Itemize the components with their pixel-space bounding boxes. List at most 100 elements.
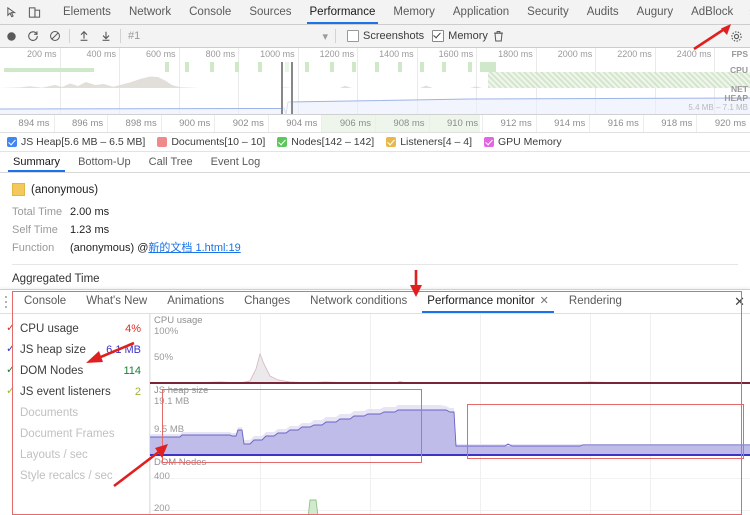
detail-ruler: 894 ms 896 ms 898 ms 900 ms 902 ms 904 ms 906 … [0, 115, 750, 133]
metric-value: 114 [123, 364, 141, 377]
cpu-idle-hatch [488, 72, 750, 88]
metric-check-icon: ✓ [6, 364, 16, 376]
drawer-close-icon[interactable]: ✕ [734, 294, 745, 310]
cpu-lane-label: CPU [730, 65, 748, 75]
drawer-tab-console[interactable]: Console [14, 290, 76, 313]
overview-selection-window[interactable] [281, 62, 293, 114]
clear-button[interactable] [44, 25, 66, 47]
cpu-axis-50: 50% [154, 352, 174, 363]
total-time-value: 2.00 ms [70, 206, 110, 218]
counter-item[interactable]: GPU Memory [484, 136, 562, 148]
tab-call-tree[interactable]: Call Tree [140, 152, 202, 172]
panel-tabs: Elements Network Console Sources Perform… [54, 0, 750, 24]
fps-bar [258, 62, 262, 72]
counter-label: GPU Memory [498, 136, 562, 148]
counter-swatch-icon [157, 137, 168, 147]
overview-ruler: 200 ms 400 ms 600 ms 800 ms 1000 ms 1200 ms 14… [0, 48, 750, 114]
tab-sources[interactable]: Sources [240, 0, 300, 24]
summary-row-function: Function (anonymous) @ 新的文档 1.html:19 [12, 241, 738, 255]
trash-icon[interactable] [488, 25, 510, 47]
record-button[interactable] [0, 25, 22, 47]
inspect-icon[interactable] [4, 4, 20, 20]
drawer-tab-what-s-new[interactable]: What's New [76, 290, 157, 313]
fps-bar [352, 62, 356, 72]
metric-label: Documents [20, 406, 79, 419]
tab-event-log[interactable]: Event Log [202, 152, 270, 172]
self-time-label: Self Time [12, 224, 58, 236]
tab-bottom-up[interactable]: Bottom-Up [69, 152, 140, 172]
drawer-tab-label: Performance monitor [427, 295, 535, 307]
fps-bar [185, 62, 189, 72]
drawer-resize-handle[interactable] [2, 296, 10, 308]
metric-value: 2 [134, 385, 141, 398]
counter-label: Nodes[142 – 142] [291, 136, 375, 148]
reload-and-record-button[interactable] [22, 25, 44, 47]
fps-bar [398, 62, 402, 72]
drawer-tab-label: Changes [244, 295, 291, 307]
fps-bar [330, 62, 334, 72]
device-toolbar-icon[interactable] [26, 4, 42, 20]
counter-item[interactable]: Documents[10 – 10] [157, 136, 265, 148]
drawer-tab-rendering[interactable]: Rendering [559, 290, 632, 313]
metric-item-style-recalcs-sec[interactable]: Style recalcs / sec [0, 465, 149, 486]
overview-tick-label: 2400 ms [676, 49, 712, 59]
gear-icon[interactable] [726, 26, 746, 46]
memory-checkbox[interactable]: Memory [432, 30, 488, 42]
save-profile-button[interactable] [95, 25, 117, 47]
tab-adblock[interactable]: AdBlock [682, 0, 742, 24]
counter-item[interactable]: JS Heap[5.6 MB – 6.5 MB] [7, 136, 145, 148]
screenshots-checkbox[interactable]: Screenshots [347, 30, 424, 42]
metric-item-layouts-sec[interactable]: Layouts / sec [0, 444, 149, 465]
tab-augury[interactable]: Augury [628, 0, 682, 24]
summary-panel: (anonymous) Total Time 2.00 ms Self Time… [0, 173, 750, 285]
source-link[interactable]: 新的文档 1.html:19 [148, 241, 240, 255]
tab-console[interactable]: Console [180, 0, 240, 24]
tab-summary[interactable]: Summary [4, 152, 69, 172]
metric-label: Document Frames [20, 427, 115, 440]
counter-swatch-icon [7, 137, 17, 147]
tab-elements[interactable]: Elements [54, 0, 120, 24]
tab-network[interactable]: Network [120, 0, 180, 24]
drawer-panel: Console What's New Animations Changes Networ… [0, 289, 750, 515]
metric-item-document-frames[interactable]: Document Frames [0, 423, 149, 444]
metric-label: DOM Nodes [20, 364, 84, 377]
tab-application[interactable]: Application [444, 0, 518, 24]
fps-bar [210, 62, 214, 72]
summary-row-total-time: Total Time 2.00 ms [12, 205, 738, 219]
metric-item-documents[interactable]: Documents [0, 402, 149, 423]
counter-item[interactable]: Listeners[4 – 4] [386, 136, 472, 148]
drawer-tab-close-icon[interactable]: ✕ [540, 290, 549, 313]
metric-item-cpu-usage[interactable]: ✓ CPU usage 4% [0, 318, 149, 339]
drawer-tab-performance-monitor[interactable]: Performance monitor ✕ [417, 290, 559, 313]
metric-check-icon: ✓ [6, 343, 16, 355]
fps-bar [375, 62, 379, 72]
drawer-tab-changes[interactable]: Changes [234, 290, 300, 313]
metric-item-dom-nodes[interactable]: ✓ DOM Nodes 114 [0, 360, 149, 381]
dom-axis-400: 400 [154, 471, 170, 482]
drawer-tab-network-conditions[interactable]: Network conditions [300, 290, 417, 313]
self-time-value: 1.23 ms [70, 224, 110, 236]
load-profile-button[interactable] [73, 25, 95, 47]
counter-label: Documents[10 – 10] [171, 136, 266, 148]
chart-cpu-usage: CPU usage 100% 50% [150, 314, 750, 384]
fps-bar [442, 62, 446, 72]
counter-item[interactable]: Nodes[142 – 142] [277, 136, 374, 148]
metric-value: 4% [125, 322, 141, 335]
chart-title-cpu: CPU usage [154, 315, 203, 326]
metric-check-icon: ✓ [6, 322, 16, 334]
profile-selector[interactable]: #1 ▾ [124, 28, 332, 44]
function-value: (anonymous) @ [70, 242, 149, 254]
details-tabs: Summary Bottom-Up Call Tree Event Log [0, 152, 750, 173]
tab-audits[interactable]: Audits [578, 0, 628, 24]
tab-security[interactable]: Security [518, 0, 578, 24]
metric-item-js-heap-size[interactable]: ✓ JS heap size 6.1 MB [0, 339, 149, 360]
drawer-tab-animations[interactable]: Animations [157, 290, 234, 313]
controls-divider-1 [69, 29, 70, 43]
tab-performance[interactable]: Performance [301, 0, 385, 24]
timeline-overview[interactable]: 200 ms 400 ms 600 ms 800 ms 1000 ms 1200 ms 14… [0, 48, 750, 115]
more-tabs-button[interactable]: » [742, 0, 750, 24]
metric-label: JS event listeners [20, 385, 111, 398]
tab-memory[interactable]: Memory [384, 0, 444, 24]
chevron-down-icon: ▾ [322, 30, 328, 43]
metric-item-js-event-listeners[interactable]: ✓ JS event listeners 2 [0, 381, 149, 402]
